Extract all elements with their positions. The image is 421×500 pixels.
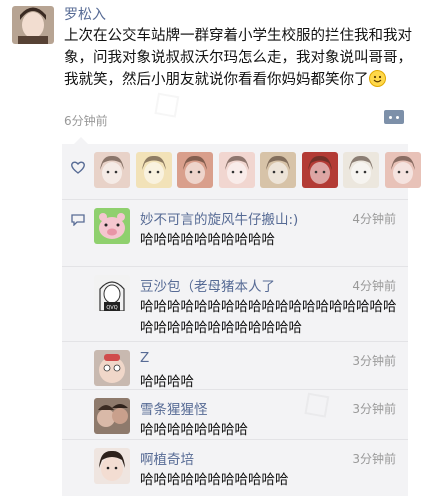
svg-text:QVQ: QVQ — [106, 305, 117, 311]
like-avatar-3[interactable] — [177, 152, 213, 188]
interaction-panel: 妙不可言的旋风牛仔搬山:) 4分钟前 哈哈哈哈哈哈哈哈哈哈 QVQ 豆沙包（老母… — [62, 137, 421, 496]
smile-emoji-icon — [368, 70, 386, 87]
commenter-avatar[interactable] — [94, 448, 130, 484]
comment-text: 哈哈哈哈哈哈哈哈 — [140, 422, 248, 438]
commenter-avatar[interactable] — [94, 350, 130, 386]
post-timestamp: 6分钟前 — [64, 114, 108, 128]
comment-bubble-icon — [71, 214, 85, 226]
like-avatar-2[interactable] — [135, 152, 172, 188]
commenter-avatar[interactable]: QVQ — [94, 275, 130, 311]
like-avatar-4[interactable] — [218, 152, 255, 188]
comment-text: 哈哈哈哈哈哈哈哈哈哈 — [140, 232, 275, 248]
comment-item[interactable]: Z 3分钟前 哈哈哈哈 — [62, 341, 408, 390]
like-avatar-7[interactable] — [343, 152, 379, 188]
comment-time: 4分钟前 — [352, 279, 396, 293]
moment-post: 罗松入 上次在公交车站牌一群穿着小学生校服的拦住我和我对象，问我对象说叔叔沃尔玛… — [0, 0, 421, 142]
comment-item[interactable]: 妙不可言的旋风牛仔搬山:) 4分钟前 哈哈哈哈哈哈哈哈哈哈 — [62, 200, 408, 266]
comment-time: 3分钟前 — [352, 402, 396, 416]
comment-time: 4分钟前 — [352, 212, 396, 226]
commenter-name[interactable]: 妙不可言的旋风牛仔搬山:) — [140, 208, 298, 228]
like-avatar-1[interactable] — [94, 152, 130, 188]
comment-item[interactable]: QVQ 豆沙包（老母猪本人了 4分钟前 哈哈哈哈哈哈哈哈哈哈哈哈哈哈哈哈哈哈哈哈… — [62, 266, 408, 341]
commenter-avatar[interactable] — [94, 208, 130, 244]
commenter-avatar[interactable] — [94, 398, 130, 434]
author-avatar[interactable] — [12, 6, 54, 44]
likes-row — [62, 144, 421, 200]
like-avatar-5[interactable] — [260, 152, 296, 188]
comment-item[interactable]: 雪条猩猩怪 3分钟前 哈哈哈哈哈哈哈哈 — [62, 389, 408, 439]
commenter-name[interactable]: 啊植奇培 — [140, 448, 194, 468]
like-avatar-8[interactable] — [384, 152, 421, 188]
comment-item[interactable]: 啊植奇培 3分钟前 哈哈哈哈哈哈哈哈哈哈哈 — [62, 439, 408, 496]
post-author-name[interactable]: 罗松入 — [64, 4, 106, 24]
comment-time: 3分钟前 — [352, 452, 396, 466]
commenter-name[interactable]: 豆沙包（老母猪本人了 — [140, 275, 275, 295]
comment-more-icon[interactable] — [384, 110, 404, 124]
heart-icon — [71, 161, 85, 174]
comment-time: 3分钟前 — [352, 354, 396, 368]
post-text: 上次在公交车站牌一群穿着小学生校服的拦住我和我对象，问我对象说叔叔沃尔玛怎么走，… — [64, 25, 416, 91]
commenter-name[interactable]: 雪条猩猩怪 — [140, 398, 208, 418]
like-avatar-6[interactable] — [301, 152, 338, 188]
commenter-name[interactable]: Z — [140, 350, 149, 366]
comment-text: 哈哈哈哈哈哈哈哈哈哈哈 — [140, 472, 289, 488]
post-text-content: 上次在公交车站牌一群穿着小学生校服的拦住我和我对象，问我对象说叔叔沃尔玛怎么走，… — [64, 28, 412, 88]
comment-text: 哈哈哈哈哈哈哈哈哈哈哈哈哈哈哈哈哈哈哈哈哈哈哈哈哈哈哈哈哈哈哈 — [140, 299, 397, 336]
